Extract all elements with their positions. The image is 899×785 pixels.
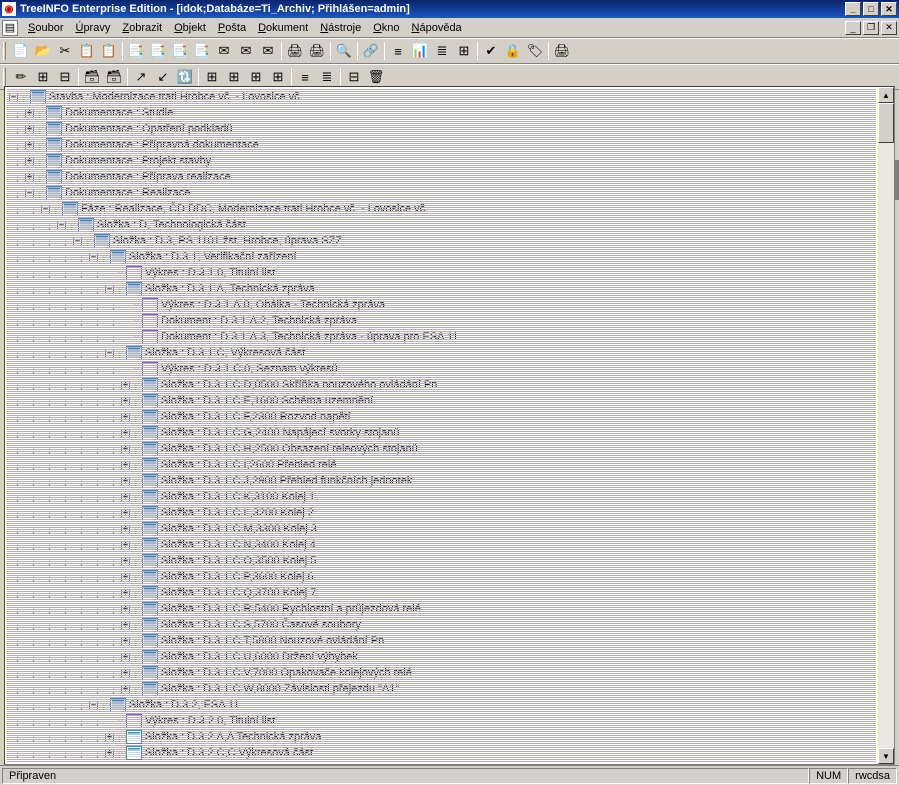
- toolbar1-btn-14[interactable]: 🖨: [284, 40, 306, 62]
- mdi-minimize-button[interactable]: _: [845, 21, 861, 35]
- menubar: ▤ SouborÚpravyZobrazitObjektPoštaDokumen…: [0, 18, 899, 38]
- toolbar-grip[interactable]: [3, 68, 6, 86]
- toolbar2-btn-14[interactable]: ⊞: [267, 66, 289, 88]
- tree-node[interactable]: ⋮⋮⋮⋮⋮⋮⋯Výkres : D.3.2.0, Titulní list: [9, 713, 878, 729]
- toolbar1-btn-19[interactable]: 🔗: [360, 40, 382, 62]
- maximize-button[interactable]: □: [863, 2, 879, 16]
- toolbar2-btn-5[interactable]: 🗃: [103, 66, 125, 88]
- menu-objekt[interactable]: Objekt: [168, 20, 212, 36]
- close-button[interactable]: ✕: [881, 2, 897, 16]
- toolbar1-btn-21[interactable]: ≡: [387, 40, 409, 62]
- toolbar-separator: [384, 42, 385, 60]
- scroll-thumb[interactable]: [878, 103, 894, 143]
- toolbar-separator: [78, 68, 79, 86]
- toolbar1-btn-6[interactable]: 📑: [125, 40, 147, 62]
- tree-view: −⋯Stavba : Modernizace trati Hrobce vč. …: [4, 86, 895, 765]
- app-icon: ◉: [2, 2, 16, 16]
- toolbar-separator: [340, 68, 341, 86]
- toolbar1-btn-22[interactable]: 📊: [409, 40, 431, 62]
- status-num: NUM: [809, 768, 848, 784]
- mdi-restore-button[interactable]: ❐: [863, 21, 879, 35]
- toolbar1-btn-2[interactable]: ✂: [54, 40, 76, 62]
- minimize-button[interactable]: _: [845, 2, 861, 16]
- toolbar1-btn-28[interactable]: 🏷: [524, 40, 546, 62]
- toolbar2-btn-9[interactable]: 🔃: [174, 66, 196, 88]
- toolbar1-btn-10[interactable]: ✉: [213, 40, 235, 62]
- toolbar1-btn-7[interactable]: 📑: [147, 40, 169, 62]
- scroll-down-button[interactable]: ▼: [878, 748, 894, 764]
- mdi-doc-icon[interactable]: ▤: [2, 20, 18, 36]
- status-ready: Připraven: [2, 768, 809, 784]
- toolbar2-btn-1[interactable]: ⊞: [32, 66, 54, 88]
- toolbar-separator: [281, 42, 282, 60]
- toolbar-separator: [122, 42, 123, 60]
- menu-okno[interactable]: Okno: [367, 20, 405, 36]
- toolbar2-btn-13[interactable]: ⊞: [245, 66, 267, 88]
- toolbar2-btn-4[interactable]: 🗃: [81, 66, 103, 88]
- menu-soubor[interactable]: Soubor: [22, 20, 69, 36]
- toolbar-grip[interactable]: [3, 42, 6, 60]
- menu-nápověda[interactable]: Nápověda: [406, 20, 468, 36]
- titlebar: ◉ TreeINFO Enterprise Edition - [idok;Da…: [0, 0, 899, 18]
- toolbar2-btn-17[interactable]: ≣: [316, 66, 338, 88]
- vertical-scrollbar[interactable]: ▲ ▼: [878, 87, 894, 764]
- toolbar2-btn-2[interactable]: ⊟: [54, 66, 76, 88]
- toolbar-separator: [198, 68, 199, 86]
- toolbar-separator: [357, 42, 358, 60]
- menu-zobrazit[interactable]: Zobrazit: [116, 20, 168, 36]
- toolbar1-btn-1[interactable]: 📂: [32, 40, 54, 62]
- toolbar-separator: [548, 42, 549, 60]
- toolbar2-btn-19[interactable]: ⊟: [343, 66, 365, 88]
- toolbar1-btn-9[interactable]: 📑: [191, 40, 213, 62]
- window-title: TreeINFO Enterprise Edition - [idok;Data…: [20, 3, 843, 15]
- toolbar1-btn-26[interactable]: ✔: [480, 40, 502, 62]
- right-edge-marker: [895, 160, 899, 200]
- toolbar-separator: [330, 42, 331, 60]
- document-icon: [126, 714, 142, 728]
- toolbar1-btn-11[interactable]: ✉: [235, 40, 257, 62]
- toolbar-separator: [477, 42, 478, 60]
- toolbar1-btn-17[interactable]: 🔍: [333, 40, 355, 62]
- toolbar2-btn-11[interactable]: ⊞: [201, 66, 223, 88]
- mdi-close-button[interactable]: ✕: [881, 21, 897, 35]
- toolbar1-btn-30[interactable]: 🖨: [551, 40, 573, 62]
- menu-dokument[interactable]: Dokument: [252, 20, 314, 36]
- toolbar1-btn-15[interactable]: 🖨: [306, 40, 328, 62]
- toolbar2-btn-20[interactable]: 🗑: [365, 66, 387, 88]
- toolbar2-btn-7[interactable]: ↗: [130, 66, 152, 88]
- toolbar1-btn-24[interactable]: ⊞: [453, 40, 475, 62]
- toolbar2-btn-0[interactable]: ✏: [10, 66, 32, 88]
- form-icon: [126, 730, 142, 744]
- toolbar2-btn-16[interactable]: ≡: [294, 66, 316, 88]
- toolbar1-btn-4[interactable]: 📋: [98, 40, 120, 62]
- toolbar1-btn-0[interactable]: 📄: [10, 40, 32, 62]
- toolbar2-btn-12[interactable]: ⊞: [223, 66, 245, 88]
- toolbar-separator: [291, 68, 292, 86]
- form-icon: [126, 746, 142, 760]
- toolbar-main: 📄📂✂📋📋📑📑📑📑✉✉✉🖨🖨🔍🔗≡📊≣⊞✔🔒🏷🖨: [0, 38, 899, 64]
- toolbar-separator: [127, 68, 128, 86]
- toolbar1-btn-12[interactable]: ✉: [257, 40, 279, 62]
- menu-úpravy[interactable]: Úpravy: [69, 20, 116, 36]
- status-mode: rwcdsa: [848, 768, 897, 784]
- scroll-up-button[interactable]: ▲: [878, 87, 894, 103]
- statusbar: Připraven NUM rwcdsa: [0, 765, 899, 785]
- menu-nástroje[interactable]: Nástroje: [314, 20, 367, 36]
- toolbar1-btn-3[interactable]: 📋: [76, 40, 98, 62]
- toolbar1-btn-27[interactable]: 🔒: [502, 40, 524, 62]
- scroll-track[interactable]: [878, 103, 894, 748]
- toolbar1-btn-23[interactable]: ≣: [431, 40, 453, 62]
- toolbar1-btn-8[interactable]: 📑: [169, 40, 191, 62]
- toolbar2-btn-8[interactable]: ↙: [152, 66, 174, 88]
- menu-pošta[interactable]: Pošta: [212, 20, 252, 36]
